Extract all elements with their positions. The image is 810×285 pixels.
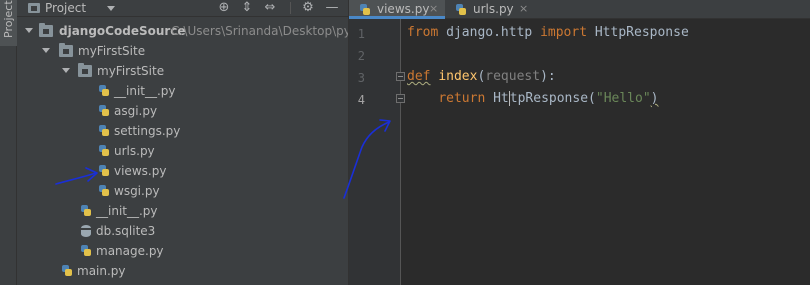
line-number: 4	[357, 93, 365, 107]
line-number: 3	[357, 71, 365, 85]
code-line-4: return HttpResponse("Hello")	[407, 88, 659, 110]
python-file-icon	[98, 164, 110, 178]
project-folder-icon	[28, 3, 40, 13]
tree-item-file[interactable]: asgi.py	[17, 101, 348, 121]
folder-icon	[39, 23, 53, 37]
punctuation: )	[650, 91, 659, 106]
editor-tab-bar: views.py × urls.py ×	[349, 0, 810, 19]
tree-item-root[interactable]: djangoCodeSource C:\Users\Srinanda\Deskt…	[17, 21, 348, 41]
tree-item-label: __init__.py	[114, 84, 176, 98]
code-line-3: def index(request):	[407, 66, 556, 88]
keyword: def	[407, 69, 431, 84]
hide-panel-icon[interactable]: —	[324, 0, 340, 16]
tree-item-label: main.py	[77, 264, 126, 278]
tree-item-path: C:\Users\Srinanda\Desktop\pytho	[171, 24, 348, 38]
tree-item-folder[interactable]: myFirstSite	[17, 41, 348, 61]
tab-label: views.py	[377, 2, 430, 16]
gear-icon[interactable]: ⚙	[300, 0, 316, 16]
fold-marker-icon[interactable]	[396, 72, 405, 81]
tree-item-file[interactable]: __init__.py	[17, 81, 348, 101]
close-icon[interactable]: ×	[429, 0, 438, 18]
expand-chevron-down-icon[interactable]	[62, 68, 70, 73]
tree-item-label: myFirstSite	[78, 44, 146, 58]
tree-item-file[interactable]: manage.py	[17, 241, 348, 261]
tree-item-file[interactable]: settings.py	[17, 121, 348, 141]
tree-item-file[interactable]: main.py	[17, 261, 348, 281]
python-file-icon	[98, 124, 110, 138]
tree-item-file[interactable]: wsgi.py	[17, 181, 348, 201]
tree-item-label: views.py	[114, 164, 167, 178]
function-name: index	[438, 69, 478, 84]
project-tool-window-label: Project	[2, 0, 15, 38]
folder-icon	[78, 63, 92, 77]
line-number: 2	[357, 49, 365, 63]
tree-item-file[interactable]: urls.py	[17, 141, 348, 161]
tree-item-label: __init__.py	[96, 204, 158, 218]
view-selector-chevron-down-icon[interactable]	[107, 6, 115, 11]
tab-label: urls.py	[473, 2, 514, 16]
python-file-icon	[98, 104, 110, 118]
tree-item-label: djangoCodeSource	[59, 24, 186, 38]
code-line-1: from django.http import HttpResponse	[407, 22, 689, 44]
project-tool-window-button[interactable]: Project	[0, 0, 17, 46]
python-file-icon	[98, 84, 110, 98]
code-editor: views.py × urls.py × 1 2 3 4 from django…	[348, 0, 810, 285]
database-icon	[80, 225, 92, 238]
tool-window-strip: Project	[0, 0, 17, 285]
python-file-icon	[80, 244, 92, 258]
project-panel-header: Project ⊕ ⇕ ⇔ ⚙ —	[17, 0, 348, 17]
tree-item-label: asgi.py	[114, 104, 158, 118]
tree-item-folder[interactable]: myFirstSite	[17, 61, 348, 81]
tab-views-py[interactable]: views.py ×	[349, 0, 445, 19]
keyword: from	[407, 25, 439, 40]
python-file-icon	[98, 144, 110, 158]
punctuation: ):	[540, 69, 556, 84]
tree-item-label: db.sqlite3	[96, 224, 156, 238]
parameter: request	[485, 69, 541, 84]
tree-item-label: manage.py	[96, 244, 164, 258]
expand-chevron-down-icon[interactable]	[25, 28, 33, 33]
punctuation: (	[588, 91, 596, 106]
tree-item-file[interactable]: __init__.py	[17, 201, 348, 221]
python-file-icon	[359, 3, 371, 17]
collapse-all-icon[interactable]: ⇔	[262, 0, 278, 16]
expand-chevron-down-icon[interactable]	[42, 48, 50, 53]
line-number: 1	[357, 27, 365, 41]
string-literal: "Hello"	[595, 91, 651, 106]
class-name: tpResponse	[509, 91, 589, 106]
tree-item-label: urls.py	[114, 144, 155, 158]
locate-icon[interactable]: ⊕	[216, 0, 232, 16]
tree-item-label: settings.py	[114, 124, 181, 138]
fold-marker-icon[interactable]	[396, 94, 405, 103]
keyword: return	[438, 91, 486, 106]
expand-all-icon[interactable]: ⇕	[239, 0, 255, 16]
python-file-icon	[61, 264, 73, 278]
python-file-icon	[98, 184, 110, 198]
code-area[interactable]: from django.http import HttpResponse def…	[407, 19, 807, 285]
project-panel-title[interactable]: Project	[45, 0, 86, 16]
close-icon[interactable]: ×	[519, 0, 528, 18]
project-panel: Project ⊕ ⇕ ⇔ ⚙ — djangoCodeSource C:\Us…	[17, 0, 348, 285]
keyword: import	[540, 25, 588, 40]
class-name: HttpResponse	[587, 25, 689, 40]
module-name: django.http	[438, 25, 541, 40]
line-number-gutter[interactable]: 1 2 3 4	[349, 19, 405, 285]
python-file-icon	[80, 204, 92, 218]
python-file-icon	[455, 3, 467, 17]
class-name: Ht	[485, 91, 509, 106]
tree-item-file[interactable]: views.py	[17, 161, 348, 181]
tree-item-label: wsgi.py	[114, 184, 160, 198]
tab-urls-py[interactable]: urls.py ×	[445, 0, 535, 19]
folder-icon	[59, 43, 73, 57]
header-divider	[290, 2, 291, 14]
tree-item-label: myFirstSite	[97, 64, 165, 78]
tree-item-file[interactable]: db.sqlite3	[17, 221, 348, 241]
